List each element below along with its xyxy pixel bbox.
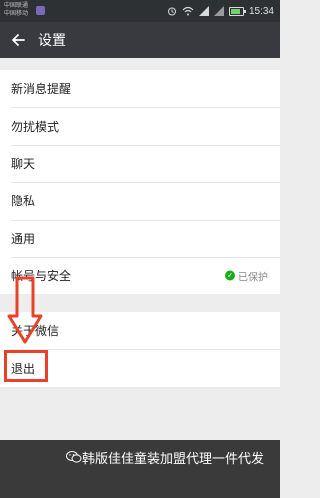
highlight-box-annotation — [4, 350, 48, 382]
menu-item-label: 勿扰模式 — [11, 119, 60, 134]
carrier-labels: 中国联通 中国移动 — [4, 2, 28, 18]
menu-item-label: 新消息提醒 — [11, 82, 72, 97]
settings-group-main: 新消息提醒 勿扰模式 聊天 隐私 通用 帐号与安全 ✓ 已保护 — [0, 70, 280, 295]
carrier-2: 中国移动 — [4, 10, 29, 17]
menu-item-general[interactable]: 通用 — [0, 219, 280, 257]
page-title: 设置 — [38, 33, 66, 49]
battery-icon — [228, 6, 246, 16]
alarm-icon — [167, 7, 176, 16]
app-bar: 设置 — [0, 22, 280, 58]
signal-2-icon — [213, 6, 224, 16]
menu-item-label: 聊天 — [11, 156, 36, 171]
protected-status-label: 已保护 — [238, 272, 268, 284]
wifi-icon — [182, 6, 194, 16]
menu-item-label: 隐私 — [11, 194, 36, 209]
status-bar: 中国联通 中国移动 15:34 — [0, 0, 280, 22]
menu-item-privacy[interactable]: 隐私 — [0, 182, 280, 219]
menu-item-new-message-alerts[interactable]: 新消息提醒 — [0, 70, 280, 107]
status-indicators: 15:34 — [167, 3, 274, 19]
menu-item-chat[interactable]: 聊天 — [0, 144, 280, 182]
watermark-caption: 韩版佳佳童装加盟代理一件代发 — [82, 452, 265, 467]
protected-status: ✓ 已保护 — [225, 268, 268, 283]
clock: 15:34 — [248, 5, 274, 17]
down-arrow-annotation-icon — [7, 276, 43, 344]
signal-icon — [198, 6, 209, 16]
menu-item-label: 通用 — [11, 231, 36, 246]
carrier-1: 中国联通 — [4, 2, 29, 9]
back-arrow-icon — [12, 34, 25, 46]
notification-icon — [36, 6, 45, 15]
back-button[interactable] — [0, 22, 36, 58]
menu-item-do-not-disturb[interactable]: 勿扰模式 — [0, 107, 280, 144]
wechat-logo-icon — [66, 451, 82, 463]
shield-check-icon: ✓ — [225, 270, 235, 281]
